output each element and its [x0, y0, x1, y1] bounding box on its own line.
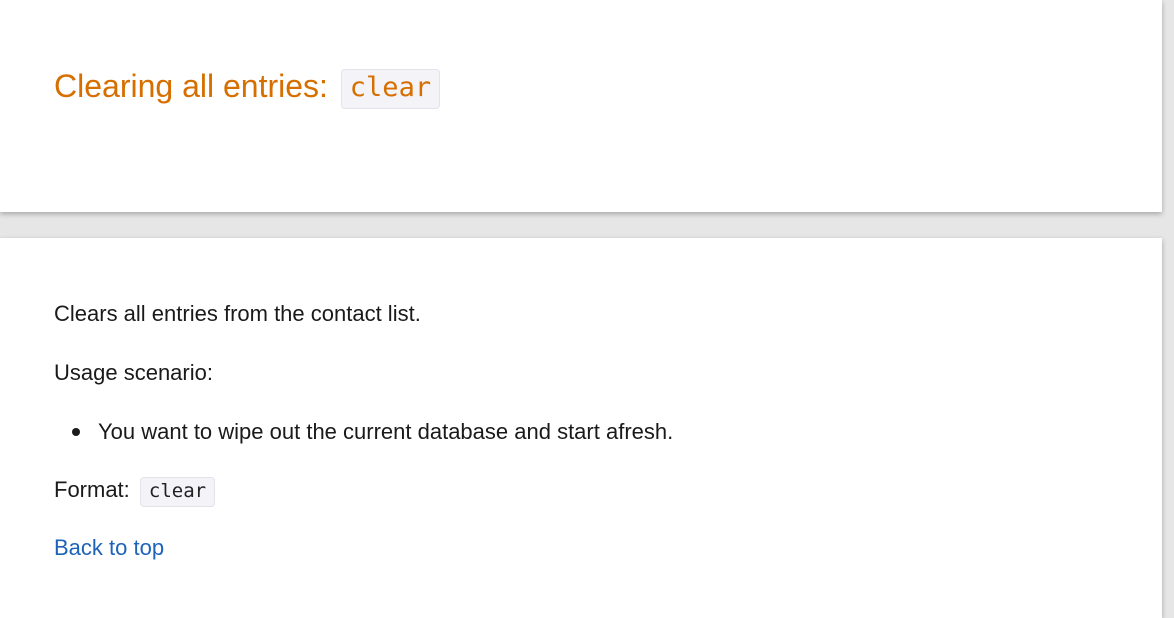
- section-heading: Clearing all entries: clear: [54, 62, 441, 113]
- format-code: clear: [139, 477, 216, 507]
- content-card: Clears all entries from the contact list…: [0, 238, 1162, 618]
- usage-label: Usage scenario:: [54, 360, 213, 385]
- heading-card: Clearing all entries: clear: [0, 0, 1162, 212]
- format-line: Format: clear: [54, 475, 216, 507]
- list-item: You want to wipe out the current databas…: [54, 417, 673, 447]
- bullet-icon: [72, 428, 80, 436]
- back-to-top-link[interactable]: Back to top: [54, 533, 164, 563]
- section-heading-text: Clearing all entries:: [54, 68, 328, 104]
- format-label: Format:: [54, 477, 130, 502]
- usage-list: You want to wipe out the current databas…: [54, 417, 673, 447]
- usage-item-text: You want to wipe out the current databas…: [98, 419, 674, 444]
- description-text: Clears all entries from the contact list…: [54, 301, 421, 326]
- section-heading-code: clear: [340, 69, 441, 109]
